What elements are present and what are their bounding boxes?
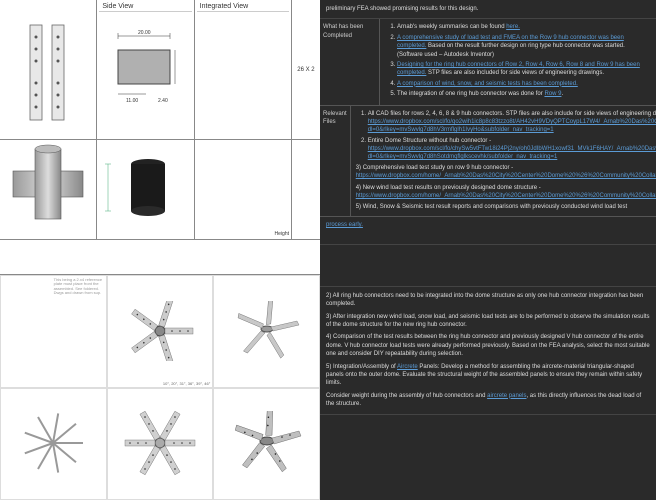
hub-top-icon: [120, 301, 200, 361]
dim-col-2: [292, 140, 320, 239]
height-label: Height: [275, 231, 289, 237]
view-column-integrated: Integrated View: [195, 0, 292, 139]
task-2: 2) All ring hub connectors need to be in…: [326, 292, 650, 309]
hub-angle-dims: 10°, 20°, 31°, 36°, 39°, 46°: [163, 381, 210, 386]
column-header: Integrated View: [197, 2, 289, 12]
task-3: 3) After integration new wind load, snow…: [326, 313, 650, 330]
hub-iso-icon: [227, 301, 307, 361]
hub-cell-top-view: 10°, 20°, 31°, 36°, 39°, 46°: [107, 275, 214, 388]
list-item: A comparison of wind, snow, and seismic …: [397, 80, 651, 88]
link-panels[interactable]: aircrete panels: [487, 393, 526, 399]
dim-value: 26 X 2: [297, 67, 314, 73]
file-4: 4) New wind load test results on previou…: [356, 184, 656, 201]
document-right-panel[interactable]: preliminary FEA showed promising results…: [320, 0, 656, 500]
list-item: Arnab's weekly summaries can be found he…: [397, 23, 651, 31]
hub-cell-star: [0, 388, 107, 500]
link-file-2[interactable]: https://www.dropbox.com/scl/fo/chySw5vtF…: [368, 146, 656, 160]
link-file-4[interactable]: https://www.dropbox.com/home/_Arnab%20Da…: [356, 193, 656, 199]
file-5: 5) Wind, Snow & Seismic test result repo…: [356, 203, 656, 211]
dim-height: 11.00: [126, 98, 138, 104]
list-item: All CAD files for rows 2, 4, 6, 8 & 9 hu…: [368, 110, 656, 135]
files-content: All CAD files for rows 2, 4, 6, 8 & 9 hu…: [351, 106, 656, 216]
dimensions-column: 26 X 2: [292, 0, 320, 139]
brackets-front-icon: [24, 19, 72, 129]
task-4: 4) Comparison of the test results betwee…: [326, 333, 650, 358]
hub-flat-icon: [120, 411, 200, 476]
intro-section: preliminary FEA showed promising results…: [320, 0, 656, 19]
list-item: Entire Dome Structure without hub connec…: [368, 137, 656, 162]
hub-grid-spacer-row: [0, 240, 320, 275]
link-process[interactable]: process early.: [326, 222, 363, 228]
column-header: Side View: [99, 2, 191, 12]
dim-thickness: 2.40: [158, 98, 168, 104]
note-text: This being a 2.x4 reference plate must p…: [54, 278, 104, 296]
tasks-section: 2) All ring hub connectors need to be in…: [320, 287, 656, 415]
link-summaries[interactable]: here.: [506, 24, 520, 30]
link-row9[interactable]: Row 9: [544, 91, 561, 97]
file-3: 3) Comprehensive load test study on row …: [356, 164, 656, 181]
dim-width: 20.00: [138, 30, 151, 36]
spacer-empty: [320, 245, 656, 287]
pipe-icon: [3, 139, 93, 229]
pipe-view-cell: [0, 140, 97, 239]
link-aircrete[interactable]: Aircrete: [397, 364, 418, 370]
hub-assembled-icon: [227, 411, 307, 476]
list-item: A comprehensive study of load test and F…: [397, 34, 651, 59]
view-column-side: Side View 20.00 11.00 2.40: [97, 0, 194, 139]
cylinder-icon: [100, 139, 190, 229]
cylinder-cell: [97, 140, 194, 239]
task-5: 5) Integration/Assembly of Aircrete Pane…: [326, 363, 650, 388]
link-file-3[interactable]: https://www.dropbox.com/home/_Arnab%20Da…: [356, 173, 656, 179]
intro-text: preliminary FEA showed promising results…: [326, 6, 478, 12]
link-file-1[interactable]: https://www.dropbox.com/scl/fo/qo2wih1ic…: [368, 119, 656, 133]
cad-left-panel: Side View Side View 20.00: [0, 0, 320, 500]
hub-cell-flat: [107, 388, 214, 500]
completed-content: Arnab's weekly summaries can be found he…: [380, 19, 656, 104]
view-column-front: Side View: [0, 0, 97, 139]
task-6: Consider weight during the assembly of h…: [326, 392, 650, 409]
completed-row: What has been Completed Arnab's weekly s…: [320, 19, 656, 105]
list-item: The integration of one ring hub connecto…: [397, 90, 651, 98]
plate-side-icon: 20.00 11.00 2.40: [100, 24, 190, 124]
hub-cell-empty: This being a 2.x4 reference plate must p…: [0, 275, 107, 388]
views-mid-row: Height: [0, 140, 320, 240]
spacer-section: process early.: [320, 217, 656, 245]
completed-label: What has been Completed: [320, 19, 380, 104]
list-item: Designing for the ring hub connectors of…: [397, 61, 651, 78]
hub-connector-grid: This being a 2.x4 reference plate must p…: [0, 275, 320, 500]
views-top-row: Side View Side View 20.00: [0, 0, 320, 140]
empty-cell: Height: [195, 140, 292, 239]
hub-cell-iso: [213, 275, 320, 388]
hub-cell-assembled: [213, 388, 320, 500]
link-comparison[interactable]: A comparison of wind, snow, and seismic …: [397, 81, 578, 87]
files-row: Relevant Files All CAD files for rows 2,…: [320, 106, 656, 217]
files-label: Relevant Files: [320, 106, 351, 216]
hub-star-icon: [13, 411, 93, 476]
